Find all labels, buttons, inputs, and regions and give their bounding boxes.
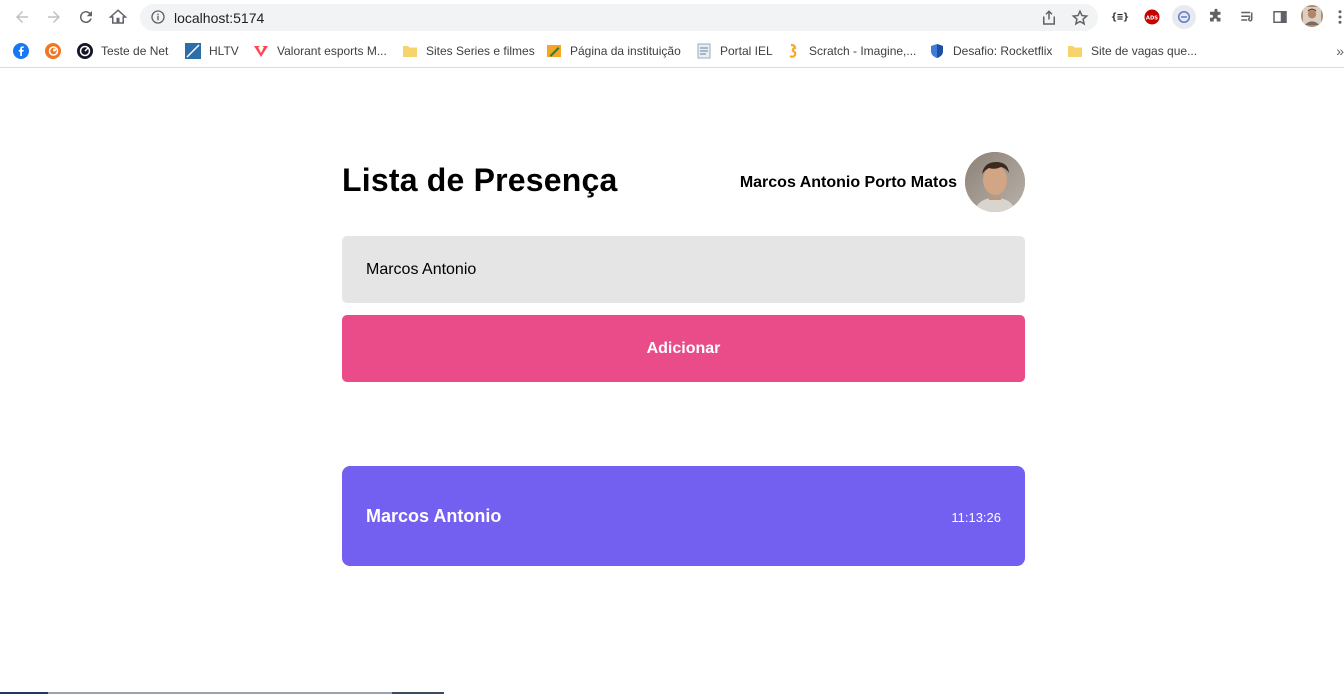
bookmark-label: Página da instituição xyxy=(570,44,681,58)
bookmark-teste-de-net[interactable]: Teste de Net xyxy=(77,41,168,61)
document-icon xyxy=(697,43,711,59)
attendance-card: Marcos Antonio 11:13:26 xyxy=(342,466,1025,566)
address-url[interactable]: localhost:5174 xyxy=(174,10,264,26)
pencil-page-icon xyxy=(547,45,561,57)
adblock-extension-icon[interactable]: ADS xyxy=(1142,7,1162,27)
bookmarks-overflow-button[interactable]: » xyxy=(1336,43,1344,59)
page-title: Lista de Presença xyxy=(342,162,618,198)
profile-avatar-icon[interactable] xyxy=(1301,5,1323,27)
bookmark-portal-iel[interactable]: Portal IEL xyxy=(696,41,773,61)
user-photo-icon xyxy=(965,152,1025,212)
bookmark-label: Teste de Net xyxy=(101,44,169,58)
add-button[interactable]: Adicionar xyxy=(342,315,1025,382)
arrow-left-icon xyxy=(16,11,28,23)
info-icon[interactable] xyxy=(150,9,166,25)
home-icon xyxy=(109,9,127,24)
folder-icon xyxy=(403,46,417,57)
json-extension-icon[interactable]: {≡} xyxy=(1110,7,1130,27)
reload-button[interactable] xyxy=(75,6,97,28)
bookmark-sites-series[interactable]: Sites Series e filmes xyxy=(402,41,535,61)
bookmark-crunchyroll[interactable] xyxy=(45,41,69,61)
star-icon[interactable] xyxy=(1071,9,1089,27)
bookmark-label: Scratch - Imagine,... xyxy=(809,44,917,58)
kebab-menu-icon[interactable] xyxy=(1330,7,1344,27)
folder-icon xyxy=(1068,46,1082,57)
browser-toolbar: localhost:5174 {≡} ADS xyxy=(0,0,1344,35)
bookmark-label: HLTV xyxy=(209,44,239,58)
hltv-icon xyxy=(185,43,201,59)
bookmark-valorant[interactable]: Valorant esports M... xyxy=(253,41,387,61)
arrow-right-icon xyxy=(48,11,60,23)
bookmark-facebook[interactable] xyxy=(13,41,37,61)
back-button[interactable] xyxy=(11,6,33,28)
bookmark-label: Valorant esports M... xyxy=(277,44,387,58)
avatar xyxy=(965,152,1025,212)
bookmark-rocketflix[interactable]: Desafio: Rocketflix xyxy=(929,41,1052,61)
forward-button[interactable] xyxy=(43,6,65,28)
facebook-icon xyxy=(13,43,29,59)
extension-badge-icon[interactable] xyxy=(1172,5,1196,29)
svg-text:ADS: ADS xyxy=(1146,15,1158,21)
attendance-time: 11:13:26 xyxy=(951,510,1001,525)
home-button[interactable] xyxy=(107,6,129,28)
page-content: Lista de Presença Marcos Antonio Porto M… xyxy=(0,68,1344,694)
scratch-icon xyxy=(789,43,797,58)
address-bar[interactable]: localhost:5174 xyxy=(140,4,1098,31)
valorant-icon xyxy=(254,46,268,57)
bookmarks-bar: Teste de Net HLTV Valorant esports M... … xyxy=(0,35,1344,68)
shield-icon xyxy=(931,44,943,58)
crunchyroll-icon xyxy=(45,43,61,59)
bookmark-pagina-instituicao[interactable]: Página da instituição xyxy=(546,41,681,61)
share-icon[interactable] xyxy=(1040,9,1058,27)
bookmark-label: Site de vagas que... xyxy=(1091,44,1198,58)
bookmark-site-de-vagas[interactable]: Site de vagas que... xyxy=(1067,41,1197,61)
media-queue-icon[interactable] xyxy=(1238,7,1258,27)
bookmark-label: Desafio: Rocketflix xyxy=(953,44,1053,58)
bookmark-label: Portal IEL xyxy=(720,44,773,58)
side-panel-icon[interactable] xyxy=(1270,7,1290,27)
reload-icon xyxy=(79,11,92,24)
bookmark-hltv[interactable]: HLTV xyxy=(185,41,239,61)
bookmark-label: Sites Series e filmes xyxy=(426,44,535,58)
puzzle-icon[interactable] xyxy=(1206,7,1226,27)
bookmark-scratch[interactable]: Scratch - Imagine,... xyxy=(785,41,916,61)
speedtest-icon xyxy=(77,43,93,59)
name-input[interactable] xyxy=(342,236,1025,303)
attendee-name: Marcos Antonio xyxy=(366,506,502,526)
user-name: Marcos Antonio Porto Matos xyxy=(739,174,957,191)
